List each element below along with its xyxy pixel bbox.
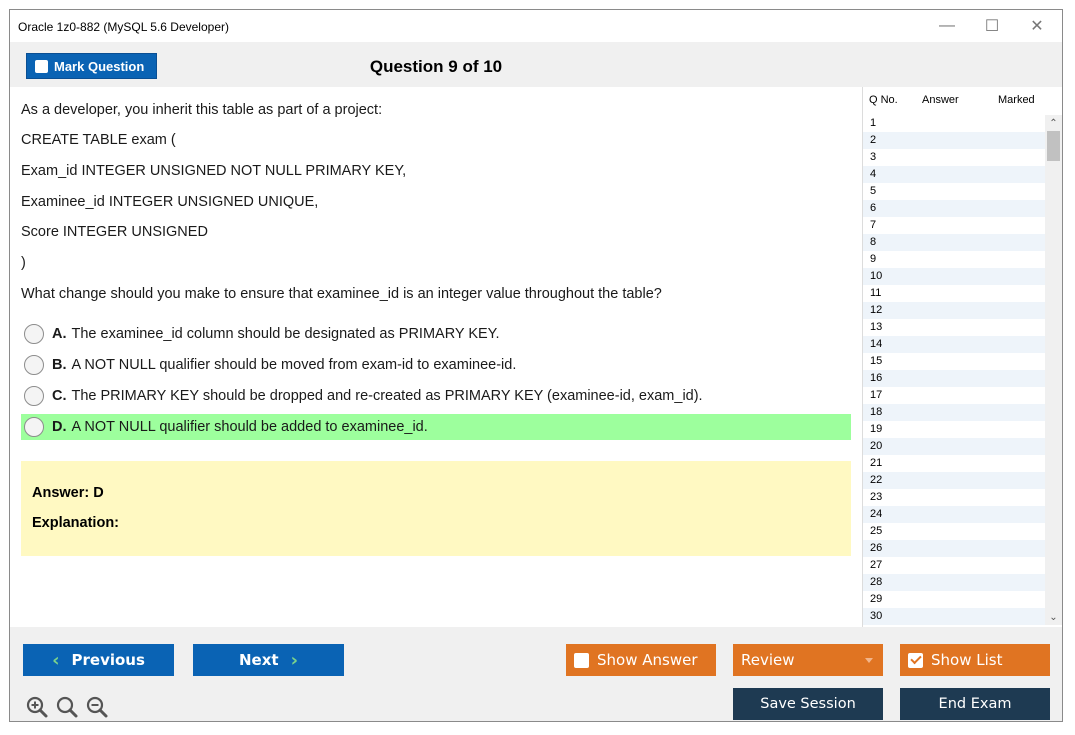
checkbox-icon [574, 652, 589, 668]
column-header-marked: Marked [998, 94, 1035, 106]
column-header-qno: Q No. [869, 94, 898, 106]
answer-label: Answer: D [32, 485, 104, 501]
scroll-thumb[interactable] [1047, 131, 1060, 161]
save-session-label: Save Session [760, 696, 856, 712]
list-item[interactable]: 27 [863, 557, 1045, 574]
save-session-button[interactable]: Save Session [733, 688, 883, 720]
maximize-icon[interactable]: ☐ [969, 10, 1015, 42]
list-item[interactable]: 5 [863, 183, 1045, 200]
explanation-label: Explanation: [32, 515, 120, 531]
option-b[interactable]: B. A NOT NULL qualifier should be moved … [21, 352, 851, 378]
question-line: What change should you make to ensure th… [21, 286, 662, 302]
review-label: Review [741, 651, 795, 669]
option-a[interactable]: A. The examinee_id column should be desi… [21, 321, 851, 347]
minimize-icon[interactable]: — [924, 10, 970, 42]
column-header-answer: Answer [922, 94, 959, 106]
zoom-out-icon[interactable] [85, 695, 109, 719]
radio-button[interactable] [24, 417, 44, 437]
previous-button[interactable]: ‹ Previous [23, 644, 174, 676]
show-answer-label: Show Answer [597, 651, 698, 669]
review-dropdown[interactable]: Review [733, 644, 883, 676]
next-label: Next [239, 651, 279, 669]
radio-button[interactable] [24, 355, 44, 375]
show-list-button[interactable]: Show List [900, 644, 1050, 676]
list-item[interactable]: 14 [863, 336, 1045, 353]
option-letter: D. [52, 419, 67, 435]
list-item[interactable]: 29 [863, 591, 1045, 608]
question-line: Examinee_id INTEGER UNSIGNED UNIQUE, [21, 194, 319, 210]
list-item[interactable]: 26 [863, 540, 1045, 557]
list-item[interactable]: 21 [863, 455, 1045, 472]
close-icon[interactable]: ✕ [1014, 10, 1060, 42]
list-item[interactable]: 18 [863, 404, 1045, 421]
footer-toolbar: ‹ Previous Next › Show Answer Review Sho… [10, 627, 1062, 721]
end-exam-button[interactable]: End Exam [900, 688, 1050, 720]
end-exam-label: End Exam [938, 696, 1012, 712]
question-line: Exam_id INTEGER UNSIGNED NOT NULL PRIMAR… [21, 163, 407, 179]
question-line: ) [21, 255, 26, 271]
scroll-down-icon[interactable]: ⌄ [1045, 609, 1062, 625]
option-text: The examinee_id column should be designa… [71, 326, 500, 342]
list-item[interactable]: 15 [863, 353, 1045, 370]
zoom-in-icon[interactable] [25, 695, 49, 719]
scrollbar[interactable]: ⌃ ⌄ [1045, 115, 1062, 625]
checkbox-checked-icon [908, 652, 923, 668]
list-item[interactable]: 2 [863, 132, 1045, 149]
option-letter: A. [52, 326, 67, 342]
list-item[interactable]: 17 [863, 387, 1045, 404]
option-c[interactable]: C. The PRIMARY KEY should be dropped and… [21, 383, 851, 409]
list-item[interactable]: 12 [863, 302, 1045, 319]
question-content: As a developer, you inherit this table a… [10, 87, 862, 627]
list-item[interactable]: 10 [863, 268, 1045, 285]
list-item[interactable]: 3 [863, 149, 1045, 166]
question-list-panel: Q No. Answer Marked 1 2 3 4 5 6 7 8 9 10 11 12 13 14 1… [862, 87, 1062, 627]
title-bar: Oracle 1z0-882 (MySQL 5.6 Developer) — ☐… [10, 10, 1062, 42]
zoom-reset-icon[interactable] [55, 695, 79, 719]
option-letter: C. [52, 388, 67, 404]
list-item[interactable]: 4 [863, 166, 1045, 183]
question-line: CREATE TABLE exam ( [21, 132, 176, 148]
option-d[interactable]: D. A NOT NULL qualifier should be added … [21, 414, 851, 440]
list-item[interactable]: 16 [863, 370, 1045, 387]
question-line: As a developer, you inherit this table a… [21, 102, 383, 118]
radio-button[interactable] [24, 324, 44, 344]
list-item[interactable]: 30 [863, 608, 1045, 625]
answer-box: Answer: D Explanation: [21, 461, 851, 556]
exam-window: Oracle 1z0-882 (MySQL 5.6 Developer) — ☐… [9, 9, 1063, 722]
show-answer-button[interactable]: Show Answer [566, 644, 716, 676]
list-item[interactable]: 24 [863, 506, 1045, 523]
radio-button[interactable] [24, 386, 44, 406]
question-line: Score INTEGER UNSIGNED [21, 224, 208, 240]
next-button[interactable]: Next › [193, 644, 344, 676]
list-item[interactable]: 13 [863, 319, 1045, 336]
show-list-label: Show List [931, 651, 1003, 669]
question-list: 1 2 3 4 5 6 7 8 9 10 11 12 13 14 15 16 17 18 19 20 21 22 23 24 2… [863, 115, 1045, 625]
scroll-up-icon[interactable]: ⌃ [1045, 115, 1062, 131]
list-item[interactable]: 22 [863, 472, 1045, 489]
question-header: Mark Question Question 9 of 10 [10, 42, 862, 87]
list-item[interactable]: 25 [863, 523, 1045, 540]
list-item[interactable]: 8 [863, 234, 1045, 251]
list-item[interactable]: 9 [863, 251, 1045, 268]
list-item[interactable]: 23 [863, 489, 1045, 506]
chevron-down-icon [865, 658, 873, 663]
chevron-right-icon: › [290, 649, 298, 671]
list-header: Q No. Answer Marked [863, 87, 1062, 111]
chevron-left-icon: ‹ [52, 649, 60, 671]
list-item[interactable]: 6 [863, 200, 1045, 217]
list-item[interactable]: 19 [863, 421, 1045, 438]
list-item[interactable]: 28 [863, 574, 1045, 591]
list-item[interactable]: 11 [863, 285, 1045, 302]
question-title: Question 9 of 10 [369, 57, 503, 76]
option-letter: B. [52, 357, 67, 373]
list-item[interactable]: 20 [863, 438, 1045, 455]
option-text: The PRIMARY KEY should be dropped and re… [71, 388, 703, 404]
window-title: Oracle 1z0-882 (MySQL 5.6 Developer) [18, 20, 229, 34]
option-text: A NOT NULL qualifier should be moved fro… [71, 357, 517, 373]
list-item[interactable]: 7 [863, 217, 1045, 234]
option-text: A NOT NULL qualifier should be added to … [71, 419, 428, 435]
previous-label: Previous [71, 651, 145, 669]
list-item[interactable]: 1 [863, 115, 1045, 132]
